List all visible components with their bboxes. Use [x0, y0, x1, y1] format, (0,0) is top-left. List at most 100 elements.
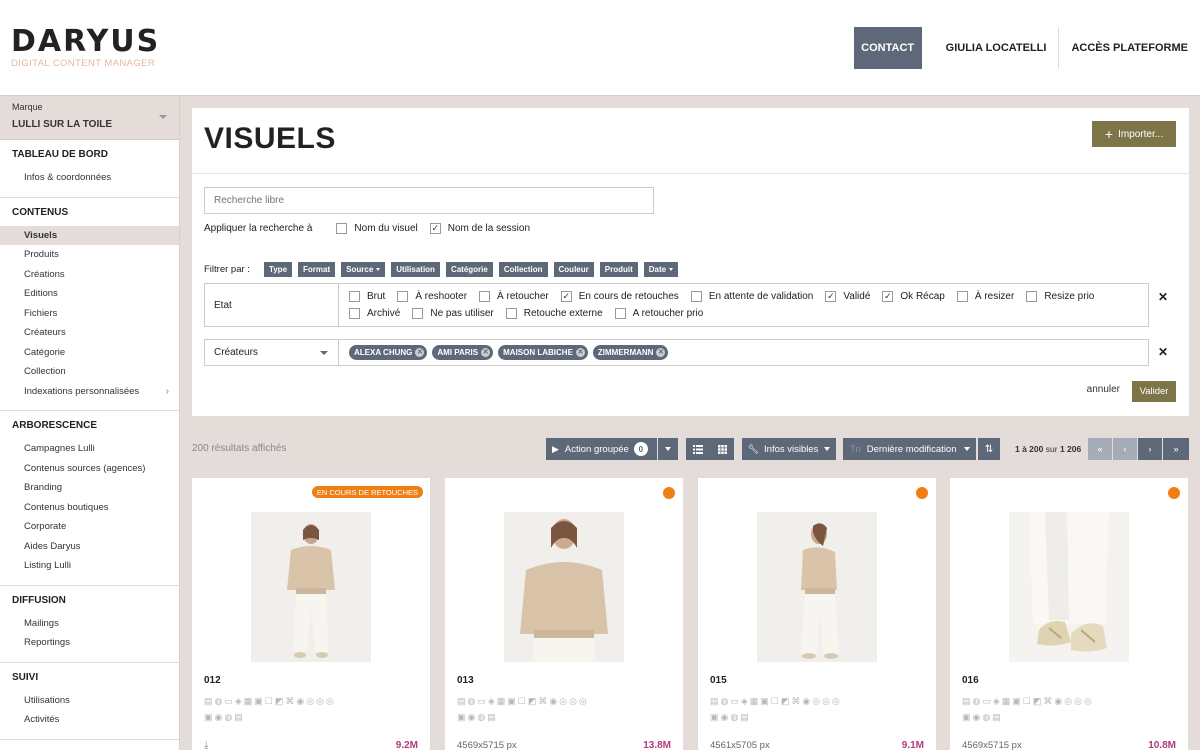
visual-thumbnail[interactable]: [757, 512, 877, 662]
etat-a-retoucher[interactable]: À retoucher: [479, 291, 549, 302]
filter-source[interactable]: Source: [341, 262, 386, 277]
etat-archive[interactable]: Archivé: [349, 308, 400, 319]
visible-info-button[interactable]: 🔧︎ Infos visibles: [742, 438, 836, 460]
sidebar-item-indexations[interactable]: Indexations personnalisées ›: [0, 382, 179, 402]
sort-select[interactable]: Tri Dernière modification: [843, 438, 976, 460]
sidebar-item-activites[interactable]: Activités: [0, 710, 179, 730]
sidebar-item-mailings[interactable]: Mailings: [0, 614, 179, 634]
visual-thumbnail[interactable]: [251, 512, 371, 662]
filter-collection[interactable]: Collection: [498, 262, 548, 277]
prev-page-button[interactable]: ‹: [1113, 438, 1137, 460]
filter-date[interactable]: Date: [643, 262, 679, 277]
filter-categorie[interactable]: Catégorie: [445, 262, 493, 277]
checkbox[interactable]: [349, 308, 360, 319]
sidebar-item-listing[interactable]: Listing Lulli: [0, 556, 179, 576]
sidebar-item-collection[interactable]: Collection: [0, 362, 179, 382]
checkbox-checked[interactable]: ✓: [429, 223, 441, 234]
visual-card[interactable]: 015 ▤◍▭◈▦▣☐◩⌘◉◎◎◎ ▣◉◍▤ 4561x5705 px 9.1M: [698, 478, 936, 750]
caret-down-icon: [665, 447, 671, 451]
sidebar-item-contenus-sources[interactable]: Contenus sources (agences): [0, 459, 179, 479]
checkbox[interactable]: [956, 291, 968, 302]
visual-card[interactable]: EN COURS DE RETOUCHES 012 ▤◍▭◈▦▣☐◩⌘◉◎◎◎ …: [192, 478, 430, 750]
sidebar-item-visuels[interactable]: Visuels: [0, 225, 179, 245]
sidebar-item-produits[interactable]: Produits: [0, 245, 179, 265]
brand-selector[interactable]: Marque LULLI SUR LA TOILE: [0, 96, 179, 140]
checkbox[interactable]: [336, 223, 348, 234]
checkbox[interactable]: [505, 308, 517, 319]
sidebar-item-utilisations[interactable]: Utilisations: [0, 691, 179, 711]
download-icon[interactable]: ⤓: [204, 740, 208, 750]
visual-card[interactable]: 013 ▤◍▭◈▦▣☐◩⌘◉◎◎◎ ▣◉◍▤ 4569x5715 px 13.8…: [445, 478, 683, 750]
first-page-button[interactable]: «: [1088, 438, 1112, 460]
logo[interactable]: DARYUS DIGITAL CONTENT MANAGER: [11, 27, 160, 70]
createurs-select[interactable]: Créateurs: [205, 340, 339, 365]
sidebar-item-reportings[interactable]: Reportings: [0, 633, 179, 653]
etat-ok-recap[interactable]: ✓ Ok Récap: [882, 291, 945, 302]
etat-a-resizer[interactable]: À resizer: [956, 291, 1014, 302]
sidebar-item-corporate[interactable]: Corporate: [0, 517, 179, 537]
etat-ne-pas-utiliser[interactable]: Ne pas utiliser: [412, 308, 494, 319]
checkbox[interactable]: [349, 291, 360, 302]
close-icon[interactable]: ✕: [1158, 290, 1168, 304]
filter-type[interactable]: Type: [263, 262, 293, 277]
etat-valide[interactable]: ✓ Validé: [825, 291, 870, 302]
filter-produit[interactable]: Produit: [599, 262, 638, 277]
remove-icon[interactable]: ✕: [415, 348, 425, 357]
checkbox[interactable]: [614, 308, 626, 319]
remove-icon[interactable]: ✕: [575, 348, 585, 357]
sidebar-item-label: Indexations personnalisées: [24, 385, 140, 397]
etat-en-cours[interactable]: ✓ En cours de retouches: [560, 291, 679, 302]
import-button[interactable]: + Importer...: [1092, 121, 1176, 147]
etat-a-retoucher-prio[interactable]: A retoucher prio: [614, 308, 703, 319]
close-icon[interactable]: ✕: [1158, 345, 1168, 359]
visual-thumbnail[interactable]: [504, 512, 624, 662]
sidebar-item-aides[interactable]: Aides Daryus: [0, 537, 179, 557]
sidebar-item-editions[interactable]: Editions: [0, 284, 179, 304]
filter-couleur[interactable]: Couleur: [553, 262, 594, 277]
list-icon: [693, 444, 703, 454]
sidebar-item-fichiers[interactable]: Fichiers: [0, 304, 179, 324]
checkbox-checked[interactable]: ✓: [882, 291, 894, 302]
etat-a-reshooter[interactable]: À reshooter: [397, 291, 467, 302]
sidebar-item-campagnes[interactable]: Campagnes Lulli: [0, 439, 179, 459]
grid-view-button[interactable]: [710, 438, 734, 460]
checkbox[interactable]: [479, 291, 491, 302]
sidebar-item-contenus-boutiques[interactable]: Contenus boutiques: [0, 498, 179, 518]
remove-icon[interactable]: ✕: [481, 348, 491, 357]
visual-thumbnail[interactable]: [1009, 512, 1129, 662]
sidebar-item-branding[interactable]: Branding: [0, 478, 179, 498]
list-view-button[interactable]: [686, 438, 710, 460]
sort-direction-button[interactable]: ⇅: [978, 438, 1000, 460]
checkbox-checked[interactable]: ✓: [560, 291, 572, 302]
validate-button[interactable]: Valider: [1132, 381, 1176, 402]
last-page-button[interactable]: »: [1163, 438, 1189, 460]
remove-icon[interactable]: ✕: [656, 348, 666, 357]
option-nom-visuel[interactable]: Nom du visuel: [336, 223, 418, 234]
sidebar-item-creations[interactable]: Créations: [0, 265, 179, 285]
search-input[interactable]: [204, 187, 654, 214]
filter-utilisation[interactable]: Utilisation: [391, 262, 440, 277]
checkbox[interactable]: [1026, 291, 1038, 302]
action-grouped-button[interactable]: ▶ Action groupée 0: [546, 438, 657, 460]
cancel-link[interactable]: annuler: [1087, 384, 1120, 395]
contact-button[interactable]: CONTACT: [853, 27, 922, 69]
checkbox-checked[interactable]: ✓: [825, 291, 837, 302]
etat-resize-prio[interactable]: Resize prio: [1026, 291, 1094, 302]
etat-en-attente[interactable]: En attente de validation: [690, 291, 813, 302]
sidebar-item-createurs[interactable]: Créateurs: [0, 323, 179, 343]
checkbox[interactable]: [397, 291, 409, 302]
option-nom-session[interactable]: ✓ Nom de la session: [429, 223, 530, 234]
checkbox[interactable]: [412, 308, 424, 319]
etat-retouche-externe[interactable]: Retouche externe: [505, 308, 603, 319]
action-dropdown-button[interactable]: [658, 438, 678, 460]
platform-link[interactable]: ACCÈS PLATEFORME: [1059, 27, 1200, 69]
option-label: Ok Récap: [900, 291, 945, 302]
sidebar-item-infos[interactable]: Infos & coordonnées: [0, 168, 179, 188]
etat-brut[interactable]: Brut: [349, 291, 385, 302]
sidebar-item-categorie[interactable]: Catégorie: [0, 343, 179, 363]
visual-card[interactable]: 016 ▤◍▭◈▦▣☐◩⌘◉◎◎◎ ▣◉◍▤ 4569x5715 px 10.8…: [950, 478, 1188, 750]
user-menu[interactable]: GIULIA LOCATELLI: [934, 27, 1059, 69]
checkbox[interactable]: [690, 291, 702, 302]
next-page-button[interactable]: ›: [1138, 438, 1162, 460]
filter-format[interactable]: Format: [298, 262, 336, 277]
